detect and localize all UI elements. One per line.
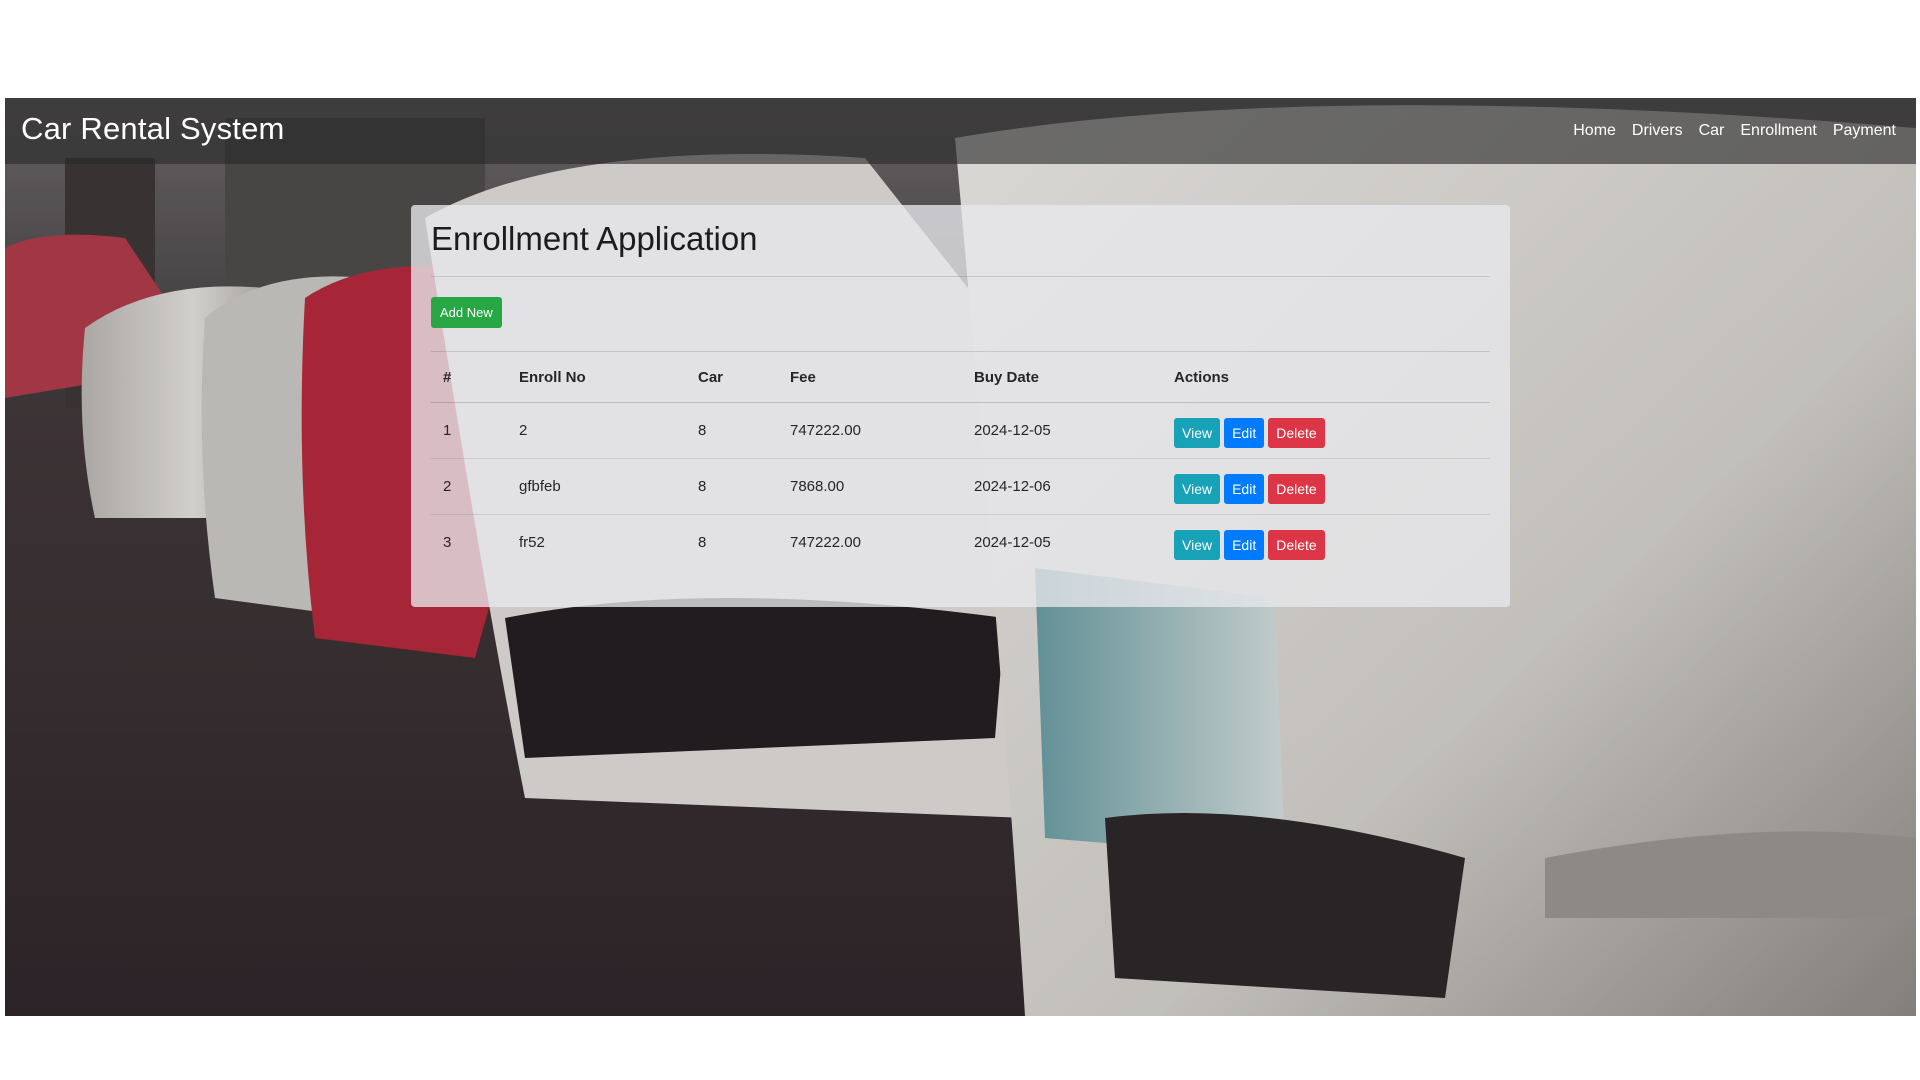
cell-enroll-no: fr52: [519, 534, 545, 551]
cell-car: 8: [698, 534, 707, 551]
edit-button[interactable]: Edit: [1224, 473, 1265, 504]
view-button[interactable]: View: [1174, 417, 1221, 448]
cell-enroll-no: 2: [507, 402, 686, 459]
cell-car: 8: [686, 402, 778, 459]
table-row: 1 2 8 747222.00 2024-12-05 View Edit Del…: [431, 402, 1490, 459]
edit-button[interactable]: Edit: [1224, 529, 1265, 560]
nav-item-drivers[interactable]: Drivers: [1632, 122, 1683, 140]
cell-actions: View Edit Delete: [1162, 515, 1490, 571]
edit-button[interactable]: Edit: [1224, 417, 1265, 448]
page-title: Enrollment Application: [431, 205, 1490, 277]
cell-buy-date: 2024-12-06: [962, 458, 1162, 515]
column-header-fee: Fee: [778, 351, 962, 403]
view-button[interactable]: View: [1174, 529, 1221, 560]
brand-title[interactable]: Car Rental System: [21, 111, 285, 147]
cell-enroll-no: gfbfeb: [507, 458, 686, 515]
cell-actions: View Edit Delete: [1162, 402, 1490, 459]
column-header-actions: Actions: [1162, 351, 1490, 403]
column-header-car: Car: [686, 351, 778, 403]
column-header-buy-date: Buy Date: [962, 351, 1162, 403]
cell-fee: 747222.00: [778, 402, 962, 459]
add-new-button[interactable]: Add New: [431, 297, 502, 328]
nav-item-enrollment[interactable]: Enrollment: [1740, 122, 1816, 140]
cell-fee: 7868.00: [778, 458, 962, 515]
enrollment-table: # Enroll No Car Fee Buy Date Actions 1 2…: [431, 351, 1490, 570]
enrollment-panel: Enrollment Application Add New # Enroll …: [411, 205, 1510, 607]
nav-item-home[interactable]: Home: [1573, 122, 1616, 140]
cell-car: 8: [686, 458, 778, 515]
cell-number: 3: [443, 534, 452, 551]
view-button[interactable]: View: [1174, 473, 1221, 504]
table-row: 2 gfbfeb 8 7868.00 2024-12-06 View Edit …: [431, 458, 1490, 515]
top-navbar: Car Rental System Home Drivers Car Enrol…: [5, 98, 1916, 164]
cell-number: 1: [431, 402, 507, 459]
table-row: 3 fr52 8 747222.00 2024-12-05 View Edit …: [431, 515, 1490, 571]
nav-item-car[interactable]: Car: [1699, 122, 1725, 140]
column-header-enroll-no: Enroll No: [507, 351, 686, 403]
cell-actions: View Edit Delete: [1162, 458, 1490, 515]
delete-button[interactable]: Delete: [1268, 529, 1325, 560]
delete-button[interactable]: Delete: [1268, 417, 1325, 448]
nav-links: Home Drivers Car Enrollment Payment: [1573, 122, 1896, 140]
delete-button[interactable]: Delete: [1268, 473, 1325, 504]
nav-item-payment[interactable]: Payment: [1833, 122, 1896, 140]
cell-buy-date: 2024-12-05: [962, 402, 1162, 459]
table-header-row: # Enroll No Car Fee Buy Date Actions: [431, 351, 1490, 403]
page-stage: Car Rental System Home Drivers Car Enrol…: [5, 98, 1916, 1016]
cell-number: 2: [431, 458, 507, 515]
cell-buy-date: 2024-12-05: [974, 534, 1051, 551]
cell-fee: 747222.00: [790, 534, 861, 551]
column-header-number: #: [431, 351, 507, 403]
